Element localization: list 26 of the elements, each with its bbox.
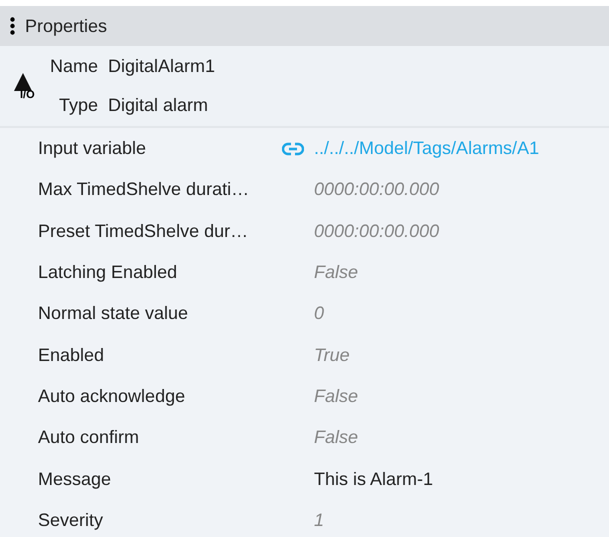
property-value[interactable]: 0000:00:00.000 bbox=[314, 220, 440, 242]
property-label: Latching Enabled bbox=[37, 262, 178, 284]
property-value[interactable]: True bbox=[314, 344, 350, 366]
binding-link[interactable]: ../../../Model/Tags/Alarms/A1 bbox=[314, 138, 540, 160]
property-label: Enabled bbox=[37, 344, 106, 366]
property-value[interactable]: 1 bbox=[314, 510, 324, 531]
panel-title: Properties bbox=[25, 16, 108, 36]
field-value: Digital alarm bbox=[108, 95, 210, 116]
property-value[interactable]: 0 bbox=[314, 303, 324, 324]
property-label: Severity bbox=[37, 510, 104, 531]
field-label: Type bbox=[58, 95, 98, 116]
property-value[interactable]: False bbox=[314, 386, 358, 407]
property-value[interactable]: False bbox=[314, 427, 358, 448]
field-label: Name bbox=[50, 56, 98, 77]
property-label: Preset TimedShelve dur… bbox=[37, 220, 250, 242]
property-label: Auto confirm bbox=[37, 427, 140, 448]
property-label: Normal state value bbox=[37, 303, 190, 324]
property-value[interactable]: False bbox=[314, 262, 358, 284]
menu-icon[interactable] bbox=[10, 17, 15, 35]
property-value[interactable]: This is Alarm-1 bbox=[314, 468, 434, 490]
property-label: Auto acknowledge bbox=[37, 386, 186, 407]
property-label: Message bbox=[37, 468, 112, 490]
property-label: Max TimedShelve durati… bbox=[37, 179, 250, 200]
property-label: Input variable bbox=[37, 138, 148, 160]
field-value: DigitalAlarm1 bbox=[108, 56, 216, 77]
property-value[interactable]: 0000:00:00.000 bbox=[314, 179, 440, 200]
